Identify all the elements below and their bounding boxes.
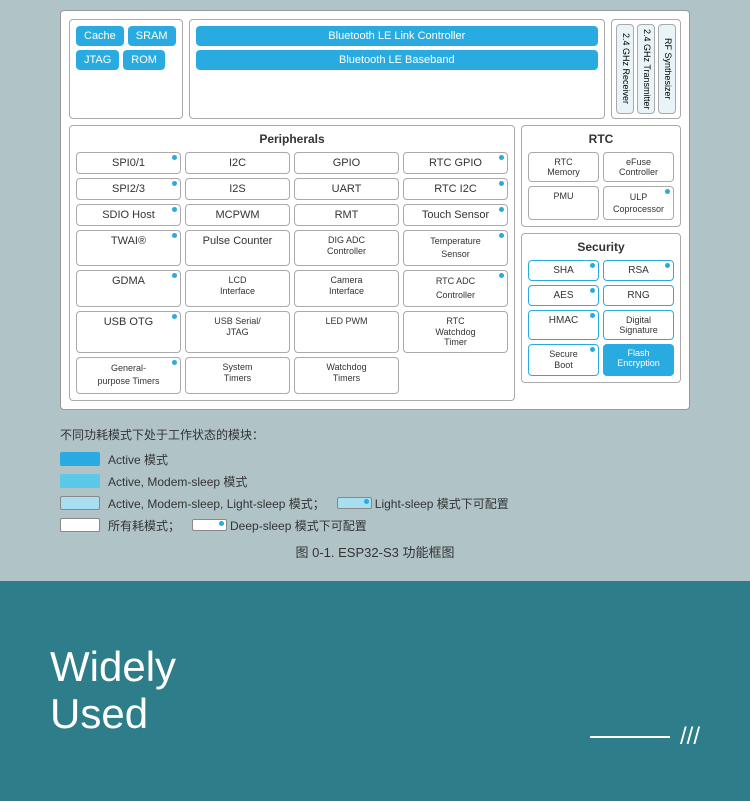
legend-label-active: Active 模式 bbox=[108, 451, 168, 468]
i2s-btn: I2S bbox=[185, 178, 290, 200]
mcpwm-btn: MCPWM bbox=[185, 204, 290, 226]
legend-box-outline bbox=[60, 518, 100, 532]
peripherals-title: Peripherals bbox=[76, 132, 508, 146]
aes-btn: AES bbox=[528, 285, 599, 306]
pulse-counter-btn: Pulse Counter bbox=[185, 230, 290, 266]
watchdog-btn: WatchdogTimers bbox=[294, 357, 399, 393]
pmu-btn: PMU bbox=[528, 186, 599, 220]
security-title: Security bbox=[528, 240, 674, 254]
jtag-btn: JTAG bbox=[76, 50, 119, 70]
efuse-btn: eFuseController bbox=[603, 152, 674, 182]
sys-timers-btn: SystemTimers bbox=[185, 357, 290, 393]
figure-caption: 图 0-1. ESP32-S3 功能框图 bbox=[60, 542, 690, 571]
cpu-group: Cache SRAM JTAG ROM bbox=[69, 19, 183, 119]
security-box: Security SHA RSA AES RNG HMAC DigitalSig… bbox=[521, 233, 681, 383]
rom-btn: ROM bbox=[123, 50, 165, 70]
rsa-btn: RSA bbox=[603, 260, 674, 281]
rf-transmitter: 2.4 GHz Transmitter bbox=[637, 24, 655, 114]
empty-cell bbox=[403, 357, 508, 393]
sram-btn: SRAM bbox=[128, 26, 176, 46]
legend-item-modem: Active, Modem-sleep 模式 bbox=[60, 473, 690, 490]
legend-title: 不同功耗模式下处于工作状态的模块： bbox=[60, 426, 690, 443]
peripherals-box: Peripherals SPI0/1 I2C GPIO RTC GPIO SPI… bbox=[69, 125, 515, 401]
rtc-security-col: RTC RTCMemory eFuseController PMU ULPCop… bbox=[521, 125, 681, 401]
gdma-btn: GDMA bbox=[76, 270, 181, 306]
middle-row: Peripherals SPI0/1 I2C GPIO RTC GPIO SPI… bbox=[69, 125, 681, 401]
rmt-btn: RMT bbox=[294, 204, 399, 226]
rtc-grid: RTCMemory eFuseController PMU ULPCoproce… bbox=[528, 152, 674, 220]
usb-otg-btn: USB OTG bbox=[76, 311, 181, 353]
spi01-btn: SPI0/1 bbox=[76, 152, 181, 174]
bottom-line2: Used bbox=[50, 691, 176, 737]
bottom-text: Widely Used bbox=[50, 644, 176, 736]
uart-btn: UART bbox=[294, 178, 399, 200]
cache-btn: Cache bbox=[76, 26, 124, 46]
rf-receiver: 2.4 GHz Receiver bbox=[616, 24, 634, 114]
legend-label-deep: 所有耗模式； bbox=[108, 517, 180, 534]
legend-label-light-extra: Light-sleep 模式下可配置 bbox=[337, 495, 509, 512]
twai-btn: TWAI® bbox=[76, 230, 181, 266]
bottom-line1: Widely bbox=[50, 644, 176, 690]
usb-serial-btn: USB Serial/JTAG bbox=[185, 311, 290, 353]
ulp-btn: ULPCoprocessor bbox=[603, 186, 674, 220]
legend-box-dark bbox=[60, 452, 100, 466]
security-grid: SHA RSA AES RNG HMAC DigitalSignature Se… bbox=[528, 260, 674, 376]
rtc-watchdog-btn: RTCWatchdogTimer bbox=[403, 311, 508, 353]
gpio-btn: GPIO bbox=[294, 152, 399, 174]
gp-timers-btn: General-purpose Timers bbox=[76, 357, 181, 393]
top-row: Cache SRAM JTAG ROM Bluetooth LE Link Co… bbox=[69, 19, 681, 119]
camera-btn: CameraInterface bbox=[294, 270, 399, 306]
rtc-adc-btn: RTC ADCController bbox=[403, 270, 508, 306]
flash-enc-btn: FlashEncryption bbox=[603, 344, 674, 376]
legend-label-modem: Active, Modem-sleep 模式 bbox=[108, 473, 247, 490]
bottom-decoration: /// bbox=[590, 723, 700, 751]
peripherals-grid: SPI0/1 I2C GPIO RTC GPIO SPI2/3 I2S UART… bbox=[76, 152, 508, 394]
legend-label-deep-extra: Deep-sleep 模式下可配置 bbox=[192, 517, 367, 534]
esp32-diagram: Cache SRAM JTAG ROM Bluetooth LE Link Co… bbox=[60, 10, 690, 410]
rtc-box: RTC RTCMemory eFuseController PMU ULPCop… bbox=[521, 125, 681, 227]
rtc-gpio-btn: RTC GPIO bbox=[403, 152, 508, 174]
spi23-btn: SPI2/3 bbox=[76, 178, 181, 200]
bottom-slash: /// bbox=[680, 723, 700, 751]
rtc-title: RTC bbox=[528, 132, 674, 146]
hmac-btn: HMAC bbox=[528, 310, 599, 340]
legend-label-light: Active, Modem-sleep, Light-sleep 模式； bbox=[108, 495, 325, 512]
bottom-line-decoration bbox=[590, 736, 670, 738]
sdio-host-btn: SDIO Host bbox=[76, 204, 181, 226]
ble-baseband-btn: Bluetooth LE Baseband bbox=[196, 50, 598, 70]
lcd-btn: LCDInterface bbox=[185, 270, 290, 306]
dig-sig-btn: DigitalSignature bbox=[603, 310, 674, 340]
touch-sensor-btn: Touch Sensor bbox=[403, 204, 508, 226]
rng-btn: RNG bbox=[603, 285, 674, 306]
ble-group: Bluetooth LE Link Controller Bluetooth L… bbox=[189, 19, 605, 119]
rtc-memory-btn: RTCMemory bbox=[528, 152, 599, 182]
legend-box-medium bbox=[60, 474, 100, 488]
secure-boot-btn: SecureBoot bbox=[528, 344, 599, 376]
legend-item-deep: 所有耗模式； Deep-sleep 模式下可配置 bbox=[60, 517, 690, 534]
rf-synthesizer: RF Synthesizer bbox=[658, 24, 676, 114]
legend-box-light bbox=[60, 496, 100, 510]
rf-group: 2.4 GHz Receiver 2.4 GHz Transmitter RF … bbox=[611, 19, 681, 119]
sha-btn: SHA bbox=[528, 260, 599, 281]
legend-item-active: Active 模式 bbox=[60, 451, 690, 468]
legend-item-light: Active, Modem-sleep, Light-sleep 模式； Lig… bbox=[60, 495, 690, 512]
dig-adc-btn: DIG ADCController bbox=[294, 230, 399, 266]
temp-sensor-btn: TemperatureSensor bbox=[403, 230, 508, 266]
i2c-btn: I2C bbox=[185, 152, 290, 174]
ble-link-btn: Bluetooth LE Link Controller bbox=[196, 26, 598, 46]
legend-section: 不同功耗模式下处于工作状态的模块： Active 模式 Active, Mode… bbox=[0, 410, 750, 581]
bottom-section: Widely Used /// bbox=[0, 581, 750, 801]
rtc-i2c-btn: RTC I2C bbox=[403, 178, 508, 200]
led-pwm-btn: LED PWM bbox=[294, 311, 399, 353]
